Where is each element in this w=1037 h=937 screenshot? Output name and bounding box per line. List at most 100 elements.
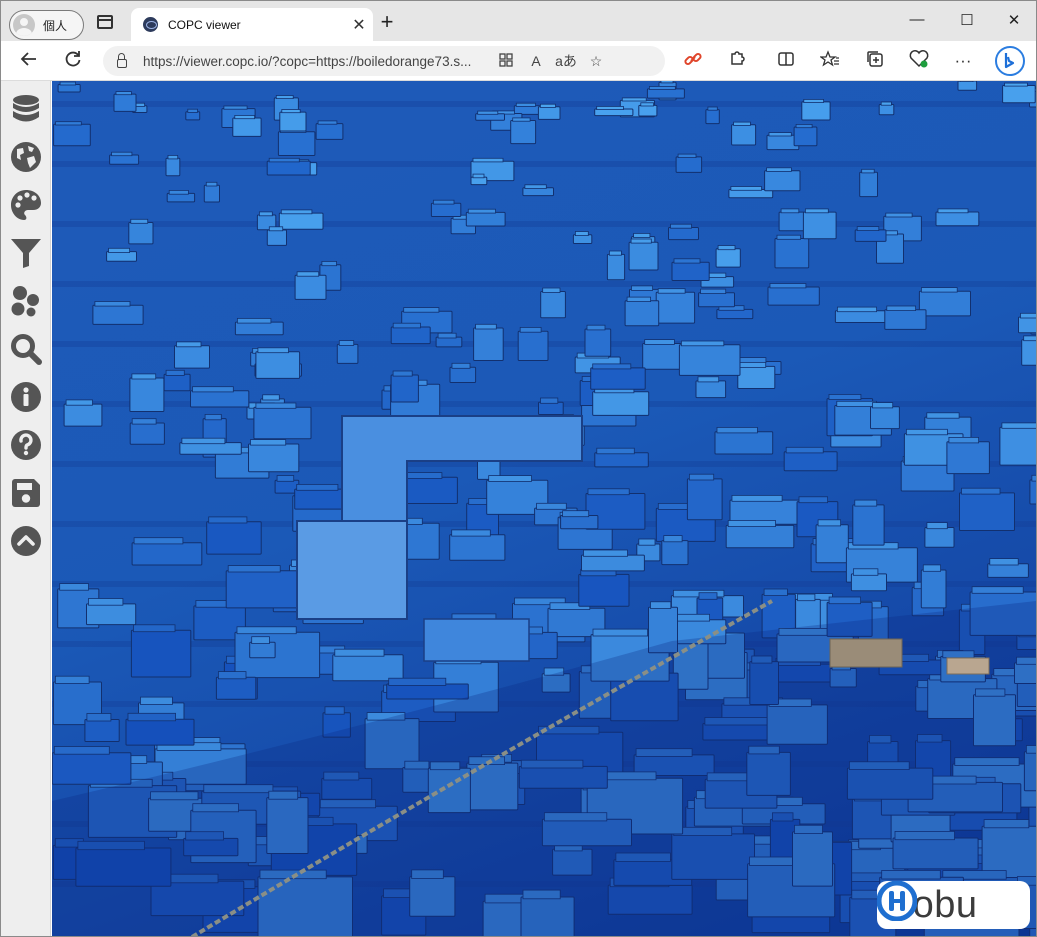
sidebar-collapse-button[interactable] <box>10 525 42 557</box>
point-cloud-roof <box>707 106 718 111</box>
back-button[interactable] <box>17 49 41 73</box>
point-cloud-roof <box>586 324 606 331</box>
maximize-button[interactable]: ☐ <box>944 11 990 33</box>
point-cloud-building <box>646 88 685 99</box>
point-cloud-building <box>130 629 192 678</box>
point-cloud-building <box>390 374 419 403</box>
point-cloud-building <box>277 131 316 156</box>
point-cloud-building <box>106 251 137 262</box>
url-text[interactable]: https://viewer.copc.io/?copc=https://boi… <box>143 54 491 69</box>
point-cloud-roof <box>727 520 776 527</box>
point-cloud-roof <box>926 412 960 419</box>
browser-essentials-icon[interactable] <box>907 49 931 73</box>
point-cloud-building <box>1021 339 1036 366</box>
point-cloud-building <box>336 343 359 364</box>
point-cloud-building <box>166 192 196 203</box>
point-cloud-building <box>783 451 838 472</box>
bing-copilot-icon[interactable] <box>995 46 1025 76</box>
point-cloud-roof <box>733 121 751 126</box>
profile-button[interactable]: 個人 <box>9 10 84 40</box>
minimize-button[interactable]: — <box>894 11 940 33</box>
point-cloud-roof <box>181 437 226 445</box>
point-cloud-roof <box>133 537 184 545</box>
copc-viewer-app: hobu <box>1 81 1036 937</box>
point-cloud-roof <box>638 538 656 546</box>
point-cloud-building <box>725 524 795 549</box>
translate-icon[interactable]: aあ <box>551 51 581 71</box>
point-cloud-building <box>203 184 221 203</box>
title-bar: 個人 COPC viewer ✕ + — ☐ ✕ <box>1 1 1036 41</box>
sidebar-item-globe[interactable] <box>10 141 42 173</box>
database-icon <box>13 95 39 122</box>
point-cloud-building <box>655 291 696 324</box>
new-tab-button[interactable]: + <box>377 11 397 33</box>
point-cloud-building <box>918 290 972 317</box>
point-cloud-roof <box>697 376 720 383</box>
point-cloud-roof <box>853 568 879 576</box>
point-cloud-building <box>435 336 463 348</box>
point-cloud-building <box>470 176 488 186</box>
point-cloud-roof <box>769 283 807 289</box>
point-cloud-roof <box>280 209 313 215</box>
point-cloud-roof <box>236 317 272 324</box>
point-cloud-building <box>695 380 727 399</box>
point-cloud-roof <box>140 696 173 705</box>
point-cloud-building <box>815 524 849 564</box>
sidebar-item-classification[interactable] <box>10 285 42 317</box>
link-extension-icon[interactable] <box>681 49 705 73</box>
point-cloud-building <box>174 345 210 369</box>
point-cloud-roof <box>131 418 157 425</box>
collections-icon[interactable] <box>863 49 887 73</box>
point-cloud-roof <box>127 712 176 722</box>
point-cloud-roof <box>926 522 948 530</box>
point-cloud-building <box>678 344 741 376</box>
point-cloud-roof <box>432 199 455 205</box>
point-cloud-building <box>86 603 137 626</box>
more-menu-icon[interactable]: ··· <box>951 49 975 73</box>
sidebar-item-save[interactable] <box>10 477 42 509</box>
refresh-button[interactable] <box>61 49 85 73</box>
point-cloud-building <box>624 300 660 327</box>
app-available-icon[interactable] <box>491 52 521 70</box>
tab-copc-viewer[interactable]: COPC viewer ✕ <box>131 8 373 41</box>
info-icon <box>11 382 41 412</box>
point-cloud-building <box>675 156 703 173</box>
tab-actions-icon[interactable] <box>97 15 113 29</box>
point-cloud-roof <box>583 549 628 557</box>
sidebar-item-info[interactable] <box>10 381 42 413</box>
hobu-logo: hobu <box>877 881 1030 929</box>
extensions-puzzle-icon[interactable] <box>725 49 749 73</box>
point-cloud-roof <box>1020 312 1036 319</box>
point-cloud-roof <box>472 173 485 179</box>
point-cloud-roof <box>698 592 718 600</box>
point-cloud-building <box>801 101 831 121</box>
sidebar-item-color[interactable] <box>10 189 42 221</box>
point-cloud-roof <box>477 110 499 115</box>
point-cloud-canvas[interactable] <box>52 81 1036 937</box>
point-cloud-building <box>185 111 201 121</box>
point-cloud-roof <box>205 181 218 187</box>
profile-avatar-icon <box>13 14 35 36</box>
split-screen-icon[interactable] <box>774 49 798 73</box>
point-cloud-building <box>668 227 699 241</box>
point-cloud-building <box>581 554 645 572</box>
point-cloud-viewport[interactable]: hobu <box>52 81 1036 937</box>
close-tab-icon[interactable]: ✕ <box>345 15 373 35</box>
point-cloud-roof <box>257 347 289 354</box>
favorite-star-icon[interactable]: ☆ <box>581 53 611 70</box>
sidebar-item-search[interactable] <box>10 333 42 365</box>
point-cloud-roof <box>472 157 504 163</box>
point-cloud-roof <box>596 105 624 110</box>
favorites-icon[interactable] <box>818 49 842 73</box>
point-cloud-roof <box>670 223 692 229</box>
sidebar-item-data[interactable] <box>10 93 42 125</box>
point-cloud-building <box>266 229 288 246</box>
sidebar-item-help[interactable] <box>10 429 42 461</box>
read-aloud-icon[interactable]: A <box>521 53 551 69</box>
point-cloud-building <box>465 211 506 227</box>
close-window-button[interactable]: ✕ <box>991 11 1036 33</box>
sidebar-item-filter[interactable] <box>10 237 42 269</box>
point-cloud-building <box>253 406 312 440</box>
point-cloud-roof <box>536 502 567 510</box>
address-bar[interactable]: https://viewer.copc.io/?copc=https://boi… <box>103 46 665 76</box>
